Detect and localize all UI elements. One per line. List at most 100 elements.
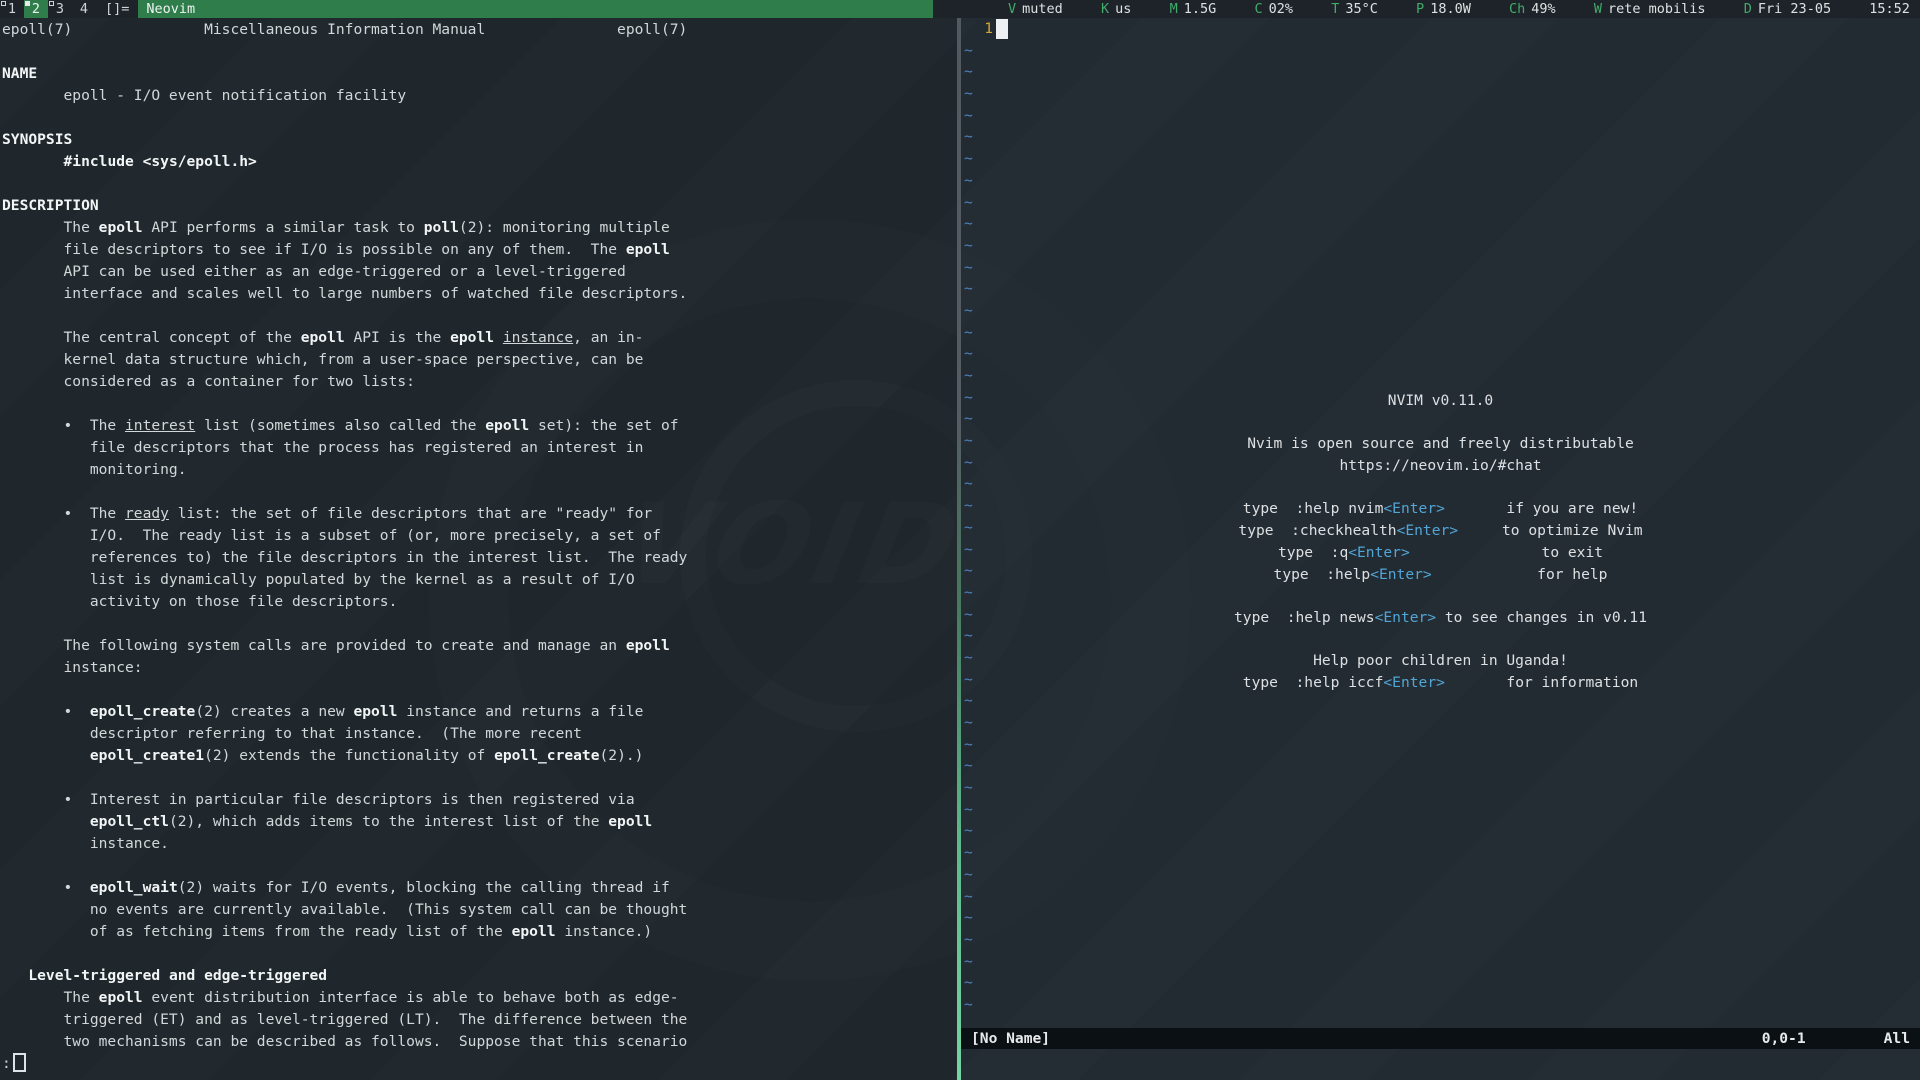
tilde: ~ bbox=[964, 126, 973, 148]
man-line: monitoring. bbox=[2, 459, 687, 481]
tilde: ~ bbox=[964, 278, 973, 300]
man-line: epoll_create1(2) extends the functionali… bbox=[2, 745, 687, 767]
intro-line: type :help news<Enter> to see changes in… bbox=[961, 607, 1920, 629]
pager-prompt-colon: : bbox=[2, 1055, 11, 1072]
tag-indicator-icon bbox=[25, 1, 30, 6]
man-line: kernel data structure which, from a user… bbox=[2, 349, 687, 371]
man-line: file descriptors that the process has re… bbox=[2, 437, 687, 459]
man-line: SYNOPSIS bbox=[2, 129, 687, 151]
man-line: instance. bbox=[2, 833, 687, 855]
tilde: ~ bbox=[964, 712, 973, 734]
line-number: 1 bbox=[975, 18, 993, 40]
tag-indicator-icon bbox=[1, 1, 6, 6]
man-line: descriptor referring to that instance. (… bbox=[2, 723, 687, 745]
status-value: 1.5G bbox=[1184, 1, 1217, 17]
pager-prompt[interactable]: : bbox=[2, 1053, 26, 1075]
statusline-position: All bbox=[1884, 1028, 1910, 1049]
man-line: of as fetching items from the ready list… bbox=[2, 921, 687, 943]
man-line: epoll - I/O event notification facility bbox=[2, 85, 687, 107]
tilde: ~ bbox=[964, 322, 973, 344]
man-page-text: epoll(7) Miscellaneous Information Manua… bbox=[2, 19, 687, 1053]
man-line: • The ready list: the set of file descri… bbox=[2, 503, 687, 525]
man-line: interface and scales well to large numbe… bbox=[2, 283, 687, 305]
man-line: epoll(7) Miscellaneous Information Manua… bbox=[2, 19, 687, 41]
man-line: NAME bbox=[2, 63, 687, 85]
status-label: C bbox=[1254, 1, 1262, 17]
man-line bbox=[2, 679, 687, 701]
nvim-statusline: [No Name] 0,0-1 All bbox=[961, 1028, 1920, 1049]
tilde: ~ bbox=[964, 842, 973, 864]
window-divider bbox=[957, 18, 961, 1080]
status-label: D bbox=[1744, 1, 1752, 17]
status-W: Wrete mobilis bbox=[1594, 0, 1706, 18]
tilde: ~ bbox=[964, 886, 973, 908]
layout-symbol[interactable]: []= bbox=[96, 0, 138, 18]
terminal-man-window[interactable]: epoll(7) Miscellaneous Information Manua… bbox=[0, 18, 957, 1080]
tilde: ~ bbox=[964, 192, 973, 214]
tilde: ~ bbox=[964, 257, 973, 279]
man-line: epoll_ctl(2), which adds items to the in… bbox=[2, 811, 687, 833]
intro-line: https://neovim.io/#chat bbox=[961, 455, 1920, 477]
intro-line: type :help iccf<Enter> for information bbox=[961, 672, 1920, 694]
status-value: 15:52 bbox=[1869, 1, 1910, 17]
nvim-cmdline bbox=[961, 1049, 1920, 1080]
man-line bbox=[2, 481, 687, 503]
neovim-window[interactable]: ~~~~~~~~~~~~~~~~~~~~~~~~~~~~~~~~~~~~~~~~… bbox=[961, 18, 1920, 1080]
man-line: file descriptors to see if I/O is possib… bbox=[2, 239, 687, 261]
status-value: rete mobilis bbox=[1608, 1, 1706, 17]
man-line bbox=[2, 305, 687, 327]
tilde: ~ bbox=[964, 929, 973, 951]
man-line bbox=[2, 393, 687, 415]
tilde: ~ bbox=[964, 343, 973, 365]
tag-indicator-icon bbox=[49, 1, 54, 6]
tilde: ~ bbox=[964, 755, 973, 777]
focused-window-title: Neovim bbox=[138, 0, 933, 18]
tag-1[interactable]: 1 bbox=[0, 0, 24, 18]
tilde: ~ bbox=[964, 972, 973, 994]
man-line bbox=[2, 613, 687, 635]
status-label: Ch bbox=[1509, 1, 1525, 17]
tag-3[interactable]: 3 bbox=[48, 0, 72, 18]
man-line: considered as a container for two lists: bbox=[2, 371, 687, 393]
tilde: ~ bbox=[964, 40, 973, 62]
status-value: us bbox=[1115, 1, 1131, 17]
tilde: ~ bbox=[964, 235, 973, 257]
tag-4[interactable]: 4 bbox=[72, 0, 96, 18]
tag-2[interactable]: 2 bbox=[24, 0, 48, 18]
man-line bbox=[2, 173, 687, 195]
man-line: no events are currently available. (This… bbox=[2, 899, 687, 921]
man-line: The epoll event distribution interface i… bbox=[2, 987, 687, 1009]
status-value: muted bbox=[1022, 1, 1063, 17]
intro-line: type :checkhealth<Enter> to optimize Nvi… bbox=[961, 520, 1920, 542]
tilde: ~ bbox=[964, 951, 973, 973]
status-value: 35°C bbox=[1345, 1, 1378, 17]
tilde: ~ bbox=[964, 61, 973, 83]
tilde: ~ bbox=[964, 213, 973, 235]
nvim-intro-message: NVIM v0.11.0 Nvim is open source and fre… bbox=[961, 390, 1920, 694]
tilde: ~ bbox=[964, 365, 973, 387]
tilde: ~ bbox=[964, 148, 973, 170]
intro-line: type :help<Enter> for help bbox=[961, 564, 1920, 586]
tilde: ~ bbox=[964, 864, 973, 886]
man-line: I/O. The ready list is a subset of (or, … bbox=[2, 525, 687, 547]
man-line: references to) the file descriptors in t… bbox=[2, 547, 687, 569]
status-P: P18.0W bbox=[1416, 0, 1471, 18]
tilde: ~ bbox=[964, 777, 973, 799]
status-value: 02% bbox=[1269, 1, 1293, 17]
nvim-cursor bbox=[996, 19, 1008, 39]
man-line: DESCRIPTION bbox=[2, 195, 687, 217]
man-line: activity on those file descriptors. bbox=[2, 591, 687, 613]
buffer-line-1[interactable]: 1 bbox=[961, 18, 1920, 40]
tilde: ~ bbox=[964, 734, 973, 756]
man-line: The central concept of the epoll API is … bbox=[2, 327, 687, 349]
tilde: ~ bbox=[964, 820, 973, 842]
status-label: T bbox=[1331, 1, 1339, 17]
man-line bbox=[2, 943, 687, 965]
man-line: The following system calls are provided … bbox=[2, 635, 687, 657]
man-line: two mechanisms can be described as follo… bbox=[2, 1031, 687, 1053]
man-line: • The interest list (sometimes also call… bbox=[2, 415, 687, 437]
status-Ch: Ch49% bbox=[1509, 0, 1556, 18]
tilde: ~ bbox=[964, 83, 973, 105]
status-M: M1.5G bbox=[1170, 0, 1217, 18]
tilde: ~ bbox=[964, 300, 973, 322]
